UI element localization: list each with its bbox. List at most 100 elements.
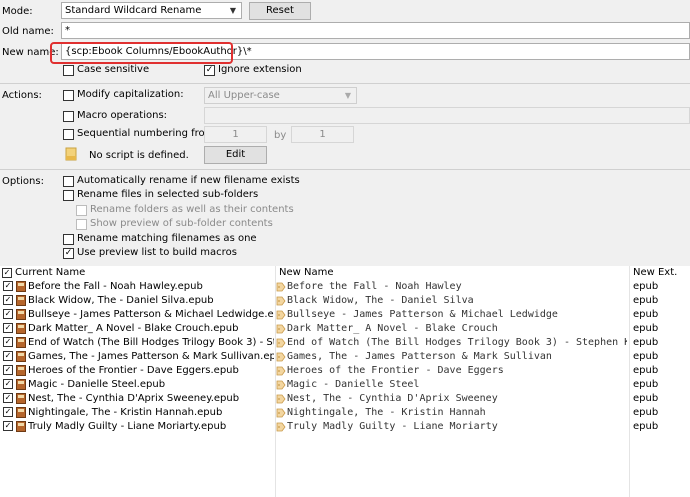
current-name-cell: Bullseye - James Patterson & Michael Led… xyxy=(28,309,274,320)
rename-matching-label: Rename matching filenames as one xyxy=(77,233,257,244)
tag-icon xyxy=(276,394,286,404)
new-ext-cell: epub xyxy=(633,379,659,390)
table-row[interactable]: ✓ Black Widow, The - Daniel Silva.epub Bla… xyxy=(0,294,690,308)
macro-operations-field[interactable] xyxy=(204,107,690,124)
new-name-cell: Heroes of the Frontier - Dave Eggers xyxy=(287,365,504,376)
tag-icon xyxy=(276,366,286,376)
header-new-name[interactable]: New Name xyxy=(279,266,334,280)
modify-capitalization-checkbox[interactable] xyxy=(63,90,74,101)
new-ext-cell: epub xyxy=(633,337,659,348)
sequential-numbering-label: Sequential numbering from: xyxy=(77,128,218,139)
macro-operations-label: Macro operations: xyxy=(77,110,168,121)
table-row[interactable]: ✓ Truly Madly Guilty - Liane Moriarty.epu… xyxy=(0,420,690,434)
table-row[interactable]: ✓ Nest, The - Cynthia D'Aprix Sweeney.epu… xyxy=(0,392,690,406)
row-checkbox[interactable]: ✓ xyxy=(3,351,13,361)
show-preview-label: Show preview of sub-folder contents xyxy=(90,218,273,229)
row-checkbox[interactable]: ✓ xyxy=(3,323,13,333)
edit-button[interactable]: Edit xyxy=(204,146,267,164)
mode-select[interactable]: Standard Wildcard Rename ▼ xyxy=(61,2,242,19)
rename-subfolders-checkbox[interactable] xyxy=(63,190,74,201)
header-current-name[interactable]: Current Name xyxy=(15,266,85,280)
tag-icon xyxy=(276,352,286,362)
reset-button[interactable]: Reset xyxy=(249,2,311,20)
tag-icon xyxy=(276,338,286,348)
modify-capitalization-label: Modify capitalization: xyxy=(77,89,184,100)
tag-icon xyxy=(276,422,286,432)
sequential-numbering-checkbox[interactable] xyxy=(63,129,74,140)
row-checkbox[interactable]: ✓ xyxy=(3,365,13,375)
book-icon xyxy=(16,281,26,292)
new-ext-cell: epub xyxy=(633,281,659,292)
new-name-cell: Nest, The - Cynthia D'Aprix Sweeney xyxy=(287,393,498,404)
book-icon xyxy=(16,337,26,348)
table-row[interactable]: ✓ End of Watch (The Bill Hodges Trilogy B… xyxy=(0,336,690,350)
table-row[interactable]: ✓ Bullseye - James Patterson & Michael Le… xyxy=(0,308,690,322)
book-icon xyxy=(16,421,26,432)
book-icon xyxy=(16,323,26,334)
tag-icon xyxy=(276,380,286,390)
chevron-down-icon: ▼ xyxy=(229,6,237,15)
new-ext-cell: epub xyxy=(633,295,659,306)
row-checkbox[interactable]: ✓ xyxy=(3,379,13,389)
new-ext-cell: epub xyxy=(633,351,659,362)
rename-subfolders-label: Rename files in selected sub-folders xyxy=(77,189,259,200)
header-new-ext[interactable]: New Ext. xyxy=(633,266,677,280)
current-name-cell: Truly Madly Guilty - Liane Moriarty.epub xyxy=(28,421,227,432)
new-name-cell: Black Widow, The - Daniel Silva xyxy=(287,295,474,306)
case-sensitive-label: Case sensitive xyxy=(77,64,150,75)
use-preview-label: Use preview list to build macros xyxy=(77,247,237,258)
new-name-cell: Before the Fall - Noah Hawley xyxy=(287,281,462,292)
row-checkbox[interactable]: ✓ xyxy=(3,309,13,319)
row-checkbox[interactable]: ✓ xyxy=(3,281,13,291)
actions-label: Actions: xyxy=(2,90,42,101)
no-script-label: No script is defined. xyxy=(89,150,189,161)
table-row[interactable]: ✓ Before the Fall - Noah Hawley.epub Befor… xyxy=(0,280,690,294)
table-row[interactable]: ✓ Nightingale, The - Kristin Hannah.epub N… xyxy=(0,406,690,420)
row-checkbox[interactable]: ✓ xyxy=(3,337,13,347)
current-name-cell: Black Widow, The - Daniel Silva.epub xyxy=(28,295,214,306)
table-row[interactable]: ✓ Games, The - James Patterson & Mark Sul… xyxy=(0,350,690,364)
new-ext-cell: epub xyxy=(633,407,659,418)
tag-icon xyxy=(276,296,286,306)
sequential-by-field[interactable]: 1 xyxy=(291,126,354,143)
chevron-down-icon: ▼ xyxy=(344,91,352,100)
tag-icon xyxy=(276,310,286,320)
file-list[interactable]: ✓ Current Name New Name New Ext. ✓ Before… xyxy=(0,266,690,497)
current-name-cell: End of Watch (The Bill Hodges Trilogy Bo… xyxy=(28,337,274,348)
table-row[interactable]: ✓ Magic - Danielle Steel.epub Magic - Dani… xyxy=(0,378,690,392)
new-name-cell: Truly Madly Guilty - Liane Moriarty xyxy=(287,421,498,432)
new-ext-cell: epub xyxy=(633,323,659,334)
use-preview-checkbox[interactable]: ✓ xyxy=(63,248,74,259)
sequential-from-field[interactable]: 1 xyxy=(204,126,267,143)
row-checkbox[interactable]: ✓ xyxy=(3,393,13,403)
row-checkbox[interactable]: ✓ xyxy=(3,295,13,305)
rename-matching-checkbox[interactable] xyxy=(63,234,74,245)
ignore-extension-label: Ignore extension xyxy=(218,64,302,75)
ignore-extension-checkbox[interactable]: ✓ xyxy=(204,65,215,76)
capitalization-select[interactable]: All Upper-case ▼ xyxy=(204,87,357,104)
tag-icon xyxy=(276,324,286,334)
case-sensitive-checkbox[interactable] xyxy=(63,65,74,76)
mode-label: Mode: xyxy=(2,6,33,17)
macro-operations-checkbox[interactable] xyxy=(63,111,74,122)
new-ext-cell: epub xyxy=(633,365,659,376)
new-name-cell: Magic - Danielle Steel xyxy=(287,379,420,390)
script-icon xyxy=(65,147,77,161)
new-ext-cell: epub xyxy=(633,393,659,404)
show-preview-checkbox[interactable] xyxy=(76,219,87,230)
current-name-cell: Magic - Danielle Steel.epub xyxy=(28,379,166,390)
tag-icon xyxy=(276,408,286,418)
auto-rename-checkbox[interactable] xyxy=(63,176,74,187)
rename-folders-label: Rename folders as well as their contents xyxy=(90,204,294,215)
row-checkbox[interactable]: ✓ xyxy=(3,421,13,431)
new-name-cell: Games, The - James Patterson & Mark Sull… xyxy=(287,351,552,362)
rename-folders-checkbox[interactable] xyxy=(76,205,87,216)
book-icon xyxy=(16,309,26,320)
book-icon xyxy=(16,295,26,306)
new-name-highlight xyxy=(50,42,233,64)
row-checkbox[interactable]: ✓ xyxy=(3,407,13,417)
select-all-checkbox[interactable]: ✓ xyxy=(2,268,12,278)
table-row[interactable]: ✓ Heroes of the Frontier - Dave Eggers.ep… xyxy=(0,364,690,378)
table-row[interactable]: ✓ Dark Matter_ A Novel - Blake Crouch.epu… xyxy=(0,322,690,336)
old-name-field[interactable]: * xyxy=(61,22,690,39)
